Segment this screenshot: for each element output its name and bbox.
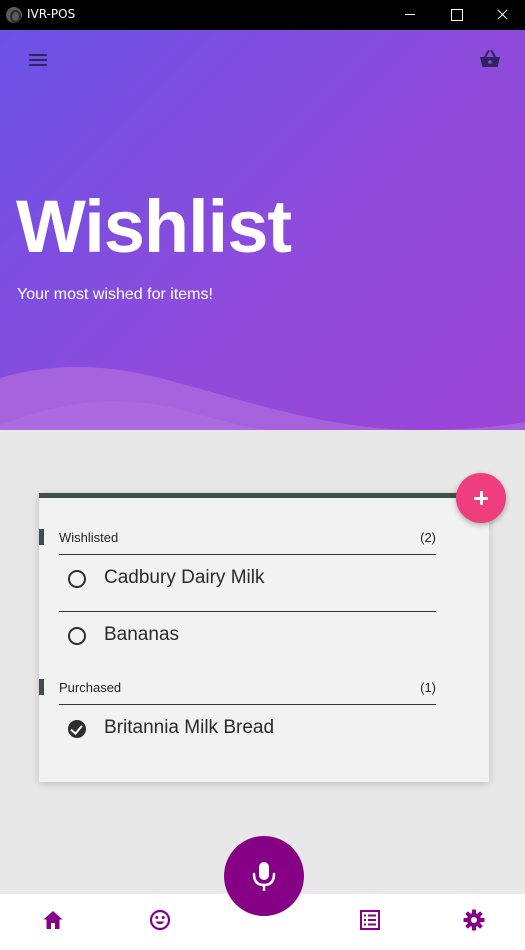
unchecked-circle-icon[interactable]	[68, 627, 86, 645]
page-title: Wishlist	[16, 185, 292, 268]
list-icon	[360, 910, 380, 930]
gear-icon	[463, 909, 485, 931]
microphone-icon	[252, 862, 276, 891]
nav-settings[interactable]	[462, 908, 486, 932]
page-header: Wishlist Your most wished for items!	[0, 30, 525, 430]
minimize-button[interactable]	[387, 0, 433, 30]
item-name: Britannia Milk Bread	[104, 717, 275, 738]
unchecked-circle-icon[interactable]	[68, 570, 86, 588]
app-icon	[6, 7, 22, 23]
list-item[interactable]: Cadbury Dairy Milk	[59, 559, 436, 599]
microphone-button[interactable]	[224, 836, 304, 916]
wishlist-card: Wishlisted (2) Cadbury Dairy Milk Banana…	[39, 493, 489, 782]
item-name: Cadbury Dairy Milk	[104, 567, 265, 588]
section-label: Purchased	[59, 680, 122, 695]
divider	[59, 611, 436, 612]
list-item[interactable]: Britannia Milk Bread	[59, 709, 436, 749]
nav-list[interactable]	[358, 908, 382, 932]
checked-circle-icon[interactable]	[68, 720, 86, 738]
section-marker	[39, 679, 44, 695]
divider	[59, 554, 436, 555]
window-titlebar: IVR-POS	[0, 0, 525, 30]
menu-button[interactable]	[27, 52, 49, 68]
item-name: Bananas	[104, 624, 180, 645]
section-marker	[39, 529, 44, 545]
divider	[59, 704, 436, 705]
smiley-icon	[149, 909, 171, 931]
nav-home[interactable]	[41, 908, 65, 932]
maximize-button[interactable]	[433, 0, 479, 30]
section-label: Wishlisted	[59, 530, 119, 545]
section-count: (1)	[420, 680, 436, 695]
basket-button[interactable]	[478, 47, 502, 71]
nav-smiley[interactable]	[148, 908, 172, 932]
home-icon	[43, 911, 63, 929]
close-window-button[interactable]	[479, 0, 525, 30]
window-title: IVR-POS	[27, 7, 76, 21]
list-item[interactable]: Bananas	[59, 616, 436, 656]
section-header-purchased: Purchased (1)	[39, 679, 489, 697]
add-item-button[interactable]	[456, 473, 506, 523]
basket-icon	[480, 50, 500, 67]
section-header-wishlisted: Wishlisted (2)	[39, 529, 489, 547]
section-count: (2)	[420, 530, 436, 545]
page-subtitle: Your most wished for items!	[17, 286, 213, 303]
